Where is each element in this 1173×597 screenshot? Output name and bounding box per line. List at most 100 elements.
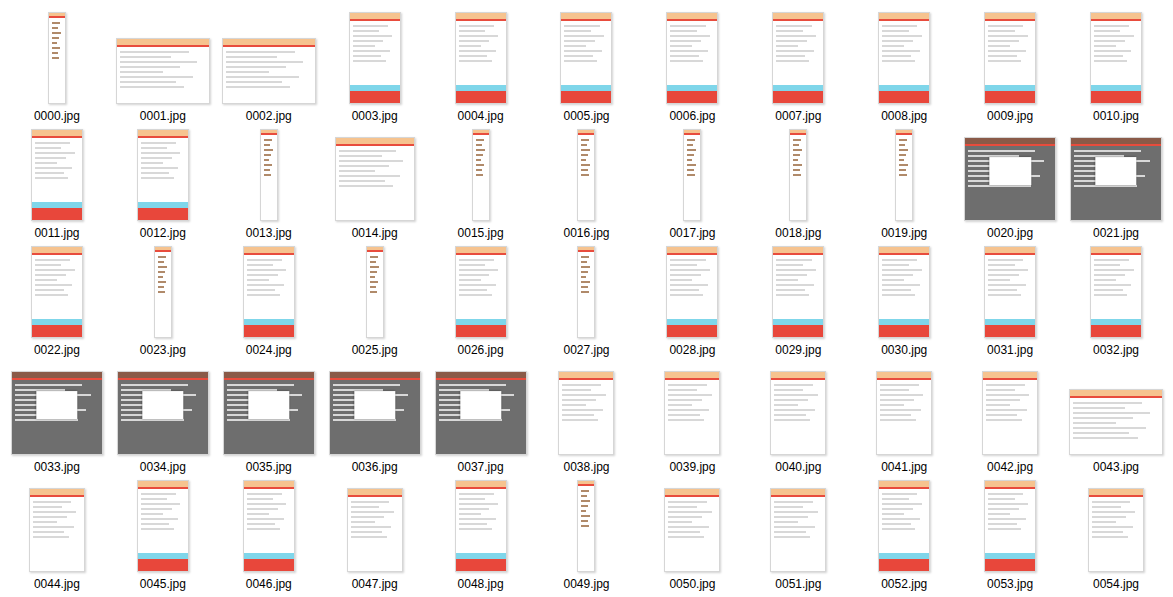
thumbnail-line <box>339 155 382 157</box>
thumbnail <box>878 12 930 104</box>
thumbnail-line <box>988 30 1014 32</box>
file-item[interactable]: 0033.jpg <box>4 359 110 475</box>
file-item[interactable]: 0040.jpg <box>745 359 851 475</box>
thumbnail-area <box>639 242 745 338</box>
thumbnail-line <box>247 508 278 510</box>
file-item[interactable]: 0005.jpg <box>534 8 640 124</box>
file-item[interactable]: 0019.jpg <box>851 125 957 241</box>
file-item[interactable]: 0004.jpg <box>428 8 534 124</box>
file-item[interactable]: 0052.jpg <box>851 476 957 592</box>
file-item[interactable]: 0051.jpg <box>745 476 851 592</box>
file-item[interactable]: 0016.jpg <box>534 125 640 241</box>
thumbnail-line <box>968 150 1035 152</box>
file-item[interactable]: 0022.jpg <box>4 242 110 358</box>
thumbnail-line <box>776 60 809 62</box>
thumbnail-line <box>670 264 696 266</box>
file-item[interactable]: 0036.jpg <box>322 359 428 475</box>
thumbnail-body <box>456 489 506 553</box>
thumbnail-area <box>534 8 640 104</box>
thumbnail-line <box>670 30 696 32</box>
file-item[interactable]: 0008.jpg <box>851 8 957 124</box>
file-item[interactable]: 0010.jpg <box>1063 8 1169 124</box>
file-item[interactable]: 0049.jpg <box>534 476 640 592</box>
thumbnail-area <box>110 476 216 572</box>
thumbnail-header <box>244 481 294 489</box>
file-item[interactable]: 0048.jpg <box>428 476 534 592</box>
file-item[interactable]: 0039.jpg <box>639 359 745 475</box>
file-item[interactable]: 0014.jpg <box>322 125 428 241</box>
file-item[interactable]: 0027.jpg <box>534 242 640 358</box>
thumbnail-header <box>117 39 209 47</box>
file-item[interactable]: 0009.jpg <box>957 8 1063 124</box>
file-item[interactable]: 0017.jpg <box>639 125 745 241</box>
thumbnail-line <box>247 264 273 266</box>
thumbnail-area <box>745 359 851 455</box>
thumbnail-line <box>988 264 1014 266</box>
thumbnail-line <box>882 284 919 286</box>
thumbnail-footer <box>879 91 929 103</box>
thumbnail-body <box>155 252 171 337</box>
thumbnail-line <box>339 170 375 172</box>
file-item[interactable]: 0028.jpg <box>639 242 745 358</box>
thumbnail-line <box>226 61 303 63</box>
file-item[interactable]: 0024.jpg <box>216 242 322 358</box>
thumbnail-line <box>247 513 269 515</box>
file-item[interactable]: 0003.jpg <box>322 8 428 124</box>
file-item[interactable]: 0043.jpg <box>1063 359 1169 475</box>
thumbnail-line <box>988 279 1010 281</box>
file-item[interactable]: 0029.jpg <box>745 242 851 358</box>
file-item[interactable]: 0015.jpg <box>428 125 534 241</box>
file-item[interactable]: 0030.jpg <box>851 242 957 358</box>
file-item[interactable]: 0032.jpg <box>1063 242 1169 358</box>
file-item[interactable]: 0053.jpg <box>957 476 1063 592</box>
file-item[interactable]: 0002.jpg <box>216 8 322 124</box>
thumbnail-line <box>668 531 699 533</box>
thumbnail-line <box>562 409 603 411</box>
thumbnail-body <box>578 135 594 220</box>
file-name: 0036.jpg <box>352 459 398 475</box>
thumbnail-line <box>562 419 598 421</box>
thumbnail <box>772 246 824 338</box>
file-item[interactable]: 0025.jpg <box>322 242 428 358</box>
file-item[interactable]: 0034.jpg <box>110 359 216 475</box>
file-item[interactable]: 0041.jpg <box>851 359 957 475</box>
thumbnail <box>223 371 315 455</box>
file-item[interactable]: 0020.jpg <box>957 125 1063 241</box>
file-item[interactable]: 0035.jpg <box>216 359 322 475</box>
file-item[interactable]: 0042.jpg <box>957 359 1063 475</box>
file-item[interactable]: 0038.jpg <box>534 359 640 475</box>
thumbnail-line <box>687 169 694 171</box>
thumbnail-line <box>52 42 57 44</box>
file-item[interactable]: 0000.jpg <box>4 8 110 124</box>
file-item[interactable]: 0011.jpg <box>4 125 110 241</box>
file-item[interactable]: 0037.jpg <box>428 359 534 475</box>
thumbnail-header <box>790 130 806 135</box>
file-item[interactable]: 0050.jpg <box>639 476 745 592</box>
file-item[interactable]: 0046.jpg <box>216 476 322 592</box>
file-item[interactable]: 0001.jpg <box>110 8 216 124</box>
thumbnail-body <box>790 135 806 220</box>
file-item[interactable]: 0018.jpg <box>745 125 851 241</box>
file-item[interactable]: 0031.jpg <box>957 242 1063 358</box>
file-item[interactable]: 0006.jpg <box>639 8 745 124</box>
file-item[interactable]: 0021.jpg <box>1063 125 1169 241</box>
thumbnail-area <box>957 8 1063 104</box>
file-item[interactable]: 0023.jpg <box>110 242 216 358</box>
thumbnail-footer <box>456 559 506 571</box>
thumbnail-line <box>988 45 1010 47</box>
file-item[interactable]: 0013.jpg <box>216 125 322 241</box>
thumbnail-line <box>247 279 269 281</box>
file-item[interactable]: 0045.jpg <box>110 476 216 592</box>
file-item[interactable]: 0044.jpg <box>4 476 110 592</box>
file-item[interactable]: 0012.jpg <box>110 125 216 241</box>
thumbnail-line <box>581 139 589 141</box>
file-item[interactable]: 0047.jpg <box>322 476 428 592</box>
thumbnail-area <box>110 359 216 455</box>
thumbnail-line <box>581 510 586 512</box>
file-item[interactable]: 0007.jpg <box>745 8 851 124</box>
thumbnail-line <box>264 164 273 166</box>
thumbnail-line <box>988 498 1014 500</box>
file-item[interactable]: 0026.jpg <box>428 242 534 358</box>
file-item[interactable]: 0054.jpg <box>1063 476 1169 592</box>
thumbnail-header <box>771 372 825 380</box>
